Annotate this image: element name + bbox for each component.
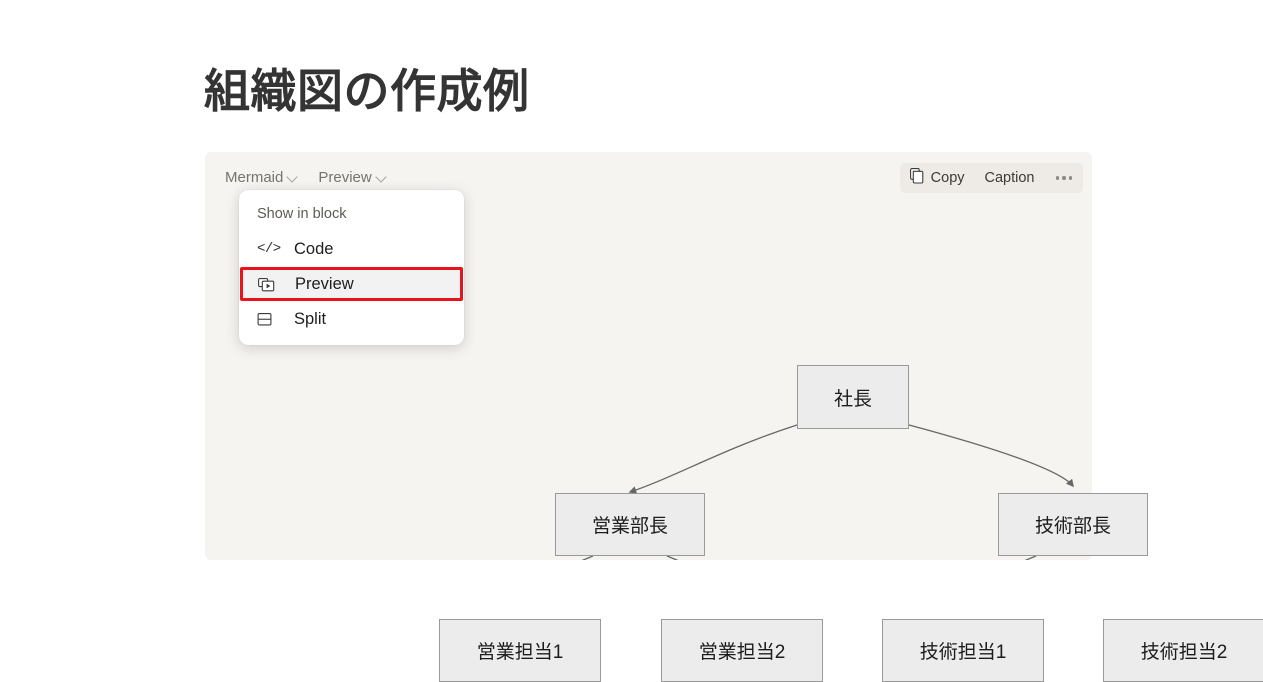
panel-toolbar-right: Copy Caption (899, 163, 1084, 193)
language-selector-label: Mermaid (225, 169, 284, 186)
caption-button-label: Caption (984, 170, 1035, 186)
split-panel-icon (257, 312, 279, 327)
org-node-ceo[interactable]: 社長 (797, 365, 909, 429)
view-mode-selector-label: Preview (318, 169, 372, 186)
code-icon: </> (257, 241, 281, 257)
org-node-sales-manager[interactable]: 営業部長 (555, 493, 705, 556)
preview-icon (258, 277, 280, 292)
org-node-tech-manager[interactable]: 技術部長 (998, 493, 1148, 556)
copy-icon (909, 168, 925, 188)
caption-button[interactable]: Caption (975, 163, 1045, 193)
org-node-sales-staff-1[interactable]: 営業担当1 (439, 619, 601, 682)
more-options-button[interactable] (1045, 163, 1084, 193)
edge-ceo-tech (908, 424, 1074, 488)
copy-button[interactable]: Copy (900, 163, 975, 193)
chevron-down-icon (288, 172, 298, 182)
edge-sales-sales2 (666, 555, 679, 560)
org-node-tech-staff-1[interactable]: 技術担当1 (882, 619, 1044, 682)
page-title: 組織図の作成例 (204, 65, 530, 117)
view-mode-selector-preview[interactable]: Preview (312, 166, 392, 189)
org-node-tech-staff-2[interactable]: 技術担当2 (1103, 619, 1263, 682)
show-in-block-menu: Show in block </> Code Preview Split (239, 190, 464, 345)
menu-item-preview-label: Preview (295, 274, 354, 293)
copy-button-label: Copy (930, 170, 965, 186)
menu-item-preview[interactable]: Preview (240, 267, 463, 301)
menu-item-split-label: Split (294, 309, 327, 328)
menu-item-code[interactable]: </> Code (239, 231, 464, 267)
org-node-sales-staff-2[interactable]: 営業担当2 (661, 619, 823, 682)
menu-header-label: Show in block (257, 206, 347, 222)
edge-sales-sales1 (581, 555, 594, 560)
edge-ceo-sales (628, 424, 798, 494)
panel-toolbar-left: Mermaid Preview (219, 166, 393, 189)
menu-item-split[interactable]: Split (239, 301, 464, 337)
edge-tech-tech1 (1024, 555, 1037, 560)
chevron-down-icon (377, 172, 387, 182)
menu-item-code-label: Code (294, 239, 334, 258)
language-selector-mermaid[interactable]: Mermaid (219, 166, 304, 189)
more-horizontal-icon (1055, 176, 1072, 180)
